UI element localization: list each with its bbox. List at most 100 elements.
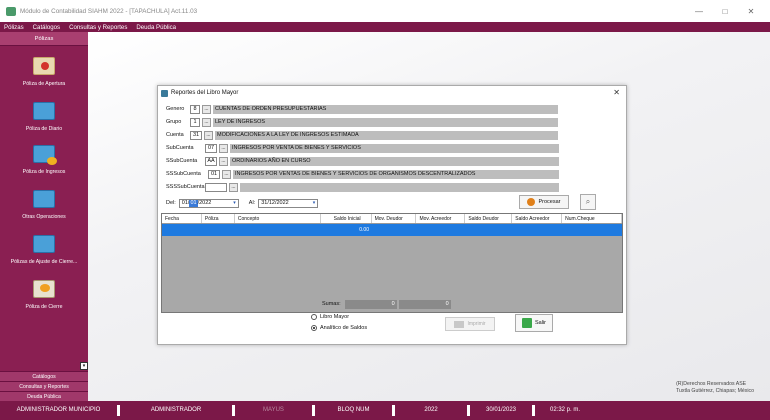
- sidebar-section-catalogos[interactable]: Catálogos: [0, 371, 88, 381]
- procesar-label: Procesar: [538, 199, 561, 205]
- field-cuenta: Cuenta 31 ... MODIFICACIONES A LA LEY DE…: [166, 130, 558, 140]
- radio-analitico-saldos-dot[interactable]: [311, 325, 317, 331]
- status-bar: ADMINISTRADOR MUNICIPIO ADMINISTRADOR MA…: [0, 401, 770, 420]
- genero-lookup-button[interactable]: ...: [202, 104, 211, 114]
- sidebar-scroll-down-icon[interactable]: ▾: [80, 362, 88, 370]
- grupo-code-input[interactable]: 1: [190, 117, 200, 127]
- salir-button[interactable]: Salir: [515, 314, 553, 332]
- sidebar-item-polizas-ajuste-cierre[interactable]: Pólizas de Ajuste de Cierre...: [0, 235, 88, 265]
- date-to-picker[interactable]: 31/12/2022 ▾: [258, 198, 319, 208]
- menu-deuda-publica[interactable]: Deuda Pública: [132, 24, 181, 31]
- field-label: SSubCuenta: [166, 158, 198, 164]
- close-window-button[interactable]: ✕: [738, 7, 764, 16]
- ajuste-icon: [33, 235, 55, 253]
- grupo-lookup-button[interactable]: ...: [202, 117, 211, 127]
- ingresos-icon: [33, 145, 57, 165]
- table-row[interactable]: 0.00: [162, 224, 622, 236]
- sumas-label: Sumas:: [322, 301, 341, 307]
- date-range: Del: 01/01/2022 ▾ Al: 31/12/2022 ▾: [166, 198, 319, 208]
- sidebar-section-deuda[interactable]: Deuda Pública: [0, 391, 88, 401]
- menu-bar: Pólizas Catálogos Consultas y Reportes D…: [0, 22, 770, 32]
- date-to-value: 31/12/2022: [261, 199, 289, 206]
- radio-label: Analítico de Saldos: [320, 325, 368, 331]
- subcuenta-lookup-button[interactable]: ...: [219, 143, 228, 153]
- column-header[interactable]: Saldo Acreedor: [512, 214, 563, 223]
- field-ssubcuenta: SSubCuenta AA ... ORDINARIOS AÑO EN CURS…: [166, 156, 559, 166]
- sidebar-item-poliza-cierre[interactable]: Póliza de Cierre: [0, 280, 88, 310]
- imprimir-button[interactable]: Imprimir: [445, 317, 495, 331]
- imprimir-label: Imprimir: [467, 321, 486, 327]
- procesar-button[interactable]: Procesar: [519, 195, 569, 209]
- process-icon: [527, 198, 536, 206]
- radio-libro-mayor-dot[interactable]: [311, 314, 317, 320]
- chevron-down-icon[interactable]: ▾: [233, 200, 236, 207]
- ssubcuenta-code-input[interactable]: AA: [205, 156, 217, 166]
- sidebar-item-label: Póliza de Ingresos: [22, 169, 66, 175]
- field-label: SubCuenta: [166, 145, 194, 151]
- copyright-line2: Tuxtla Gutiérrez, Chiapas; México: [676, 388, 754, 394]
- column-header[interactable]: Mov. Acreedor: [416, 214, 466, 223]
- dialog-title: Reportes del Libro Mayor: [171, 90, 239, 96]
- sidebar-item-label: Póliza de Diario: [25, 126, 63, 132]
- sidebar-section-consultas[interactable]: Consultas y Reportes: [0, 381, 88, 391]
- menu-polizas[interactable]: Pólizas: [0, 24, 29, 31]
- column-header[interactable]: Mov. Deudor: [372, 214, 417, 223]
- status-numlock: BLOQ NUM: [315, 405, 395, 416]
- subcuenta-code-input[interactable]: 07: [205, 143, 217, 153]
- status-role: ADMINISTRADOR: [120, 405, 235, 416]
- field-subcuenta: SubCuenta 07 ... INGRESOS POR VENTA DE B…: [166, 143, 559, 153]
- cuenta-description: MODIFICACIONES A LA LEY DE INGRESOS ESTI…: [215, 130, 558, 140]
- radio-libro-mayor[interactable]: Libro Mayor: [311, 314, 349, 320]
- field-genero: Genero 8 ... CUENTAS DE ORDEN PRESUPUEST…: [166, 104, 558, 114]
- ssssubcuenta-code-input[interactable]: [205, 182, 227, 192]
- cierre-icon: [33, 280, 55, 298]
- menu-catalogos[interactable]: Catálogos: [29, 24, 65, 31]
- libro-mayor-dialog: Reportes del Libro Mayor ✕ Genero 8 ... …: [157, 85, 627, 345]
- sidebar-item-otras-operaciones[interactable]: Otras Operaciones: [0, 190, 88, 220]
- dialog-close-button[interactable]: ✕: [613, 88, 620, 97]
- apertura-icon: [33, 57, 55, 75]
- maximize-button[interactable]: □: [712, 7, 738, 16]
- sidebar-item-label: Póliza de Cierre: [25, 304, 63, 310]
- column-header[interactable]: Póliza: [202, 214, 235, 223]
- salir-label: Salir: [534, 320, 546, 326]
- field-label: Grupo: [166, 119, 182, 125]
- ssubcuenta-lookup-button[interactable]: ...: [219, 156, 228, 166]
- window-titlebar: Módulo de Contabilidad SIAHM 2022 - [TAP…: [0, 0, 770, 22]
- date-from-picker[interactable]: 01/01/2022 ▾: [178, 198, 239, 208]
- search-icon: ⌕: [585, 197, 591, 206]
- column-header[interactable]: Num.Cheque: [562, 214, 623, 223]
- results-grid[interactable]: Fecha Póliza Concepto Saldo Inicial Mov.…: [161, 213, 623, 313]
- cuenta-code-input[interactable]: 31: [190, 130, 202, 140]
- genero-description: CUENTAS DE ORDEN PRESUPUESTARIAS: [213, 104, 558, 114]
- sidebar-item-poliza-diario[interactable]: Póliza de Diario: [0, 102, 88, 132]
- minimize-button[interactable]: —: [686, 7, 712, 16]
- sidebar-header[interactable]: Pólizas: [0, 32, 88, 46]
- sumas-row: Sumas: 0 0: [322, 299, 453, 309]
- window-title: Módulo de Contabilidad SIAHM 2022 - [TAP…: [20, 7, 198, 15]
- search-button[interactable]: ⌕: [580, 194, 596, 210]
- radio-label: Libro Mayor: [320, 314, 350, 320]
- sssubcuenta-code-input[interactable]: 01: [208, 169, 220, 179]
- exit-icon: [521, 318, 532, 328]
- column-header[interactable]: Saldo Inicial: [321, 214, 372, 223]
- radio-analitico-saldos[interactable]: Analítico de Saldos: [311, 325, 367, 331]
- column-header[interactable]: Concepto: [235, 214, 321, 223]
- window-controls: — □ ✕: [686, 0, 764, 22]
- menu-consultas-reportes[interactable]: Consultas y Reportes: [65, 24, 132, 31]
- genero-code-input[interactable]: 8: [190, 104, 200, 114]
- copyright-text: (R)Derechos Reservados ASE Tuxtla Gutiér…: [676, 381, 754, 395]
- diario-icon: [33, 102, 55, 120]
- app-icon: [6, 6, 16, 16]
- column-header[interactable]: Saldo Deudor: [465, 214, 513, 223]
- sssubcuenta-lookup-button[interactable]: ...: [222, 169, 231, 179]
- ssssubcuenta-lookup-button[interactable]: ...: [229, 182, 238, 192]
- sidebar-item-poliza-apertura[interactable]: Póliza de Apertura: [0, 57, 88, 87]
- date-from-year: /2022: [197, 199, 212, 206]
- sidebar-item-poliza-ingresos[interactable]: Póliza de Ingresos: [0, 145, 88, 175]
- cuenta-lookup-button[interactable]: ...: [204, 130, 213, 140]
- column-header[interactable]: Fecha: [162, 214, 202, 223]
- printer-icon: [454, 320, 465, 328]
- sidebar-item-label: Pólizas de Ajuste de Cierre...: [10, 259, 78, 265]
- chevron-down-icon[interactable]: ▾: [313, 200, 316, 207]
